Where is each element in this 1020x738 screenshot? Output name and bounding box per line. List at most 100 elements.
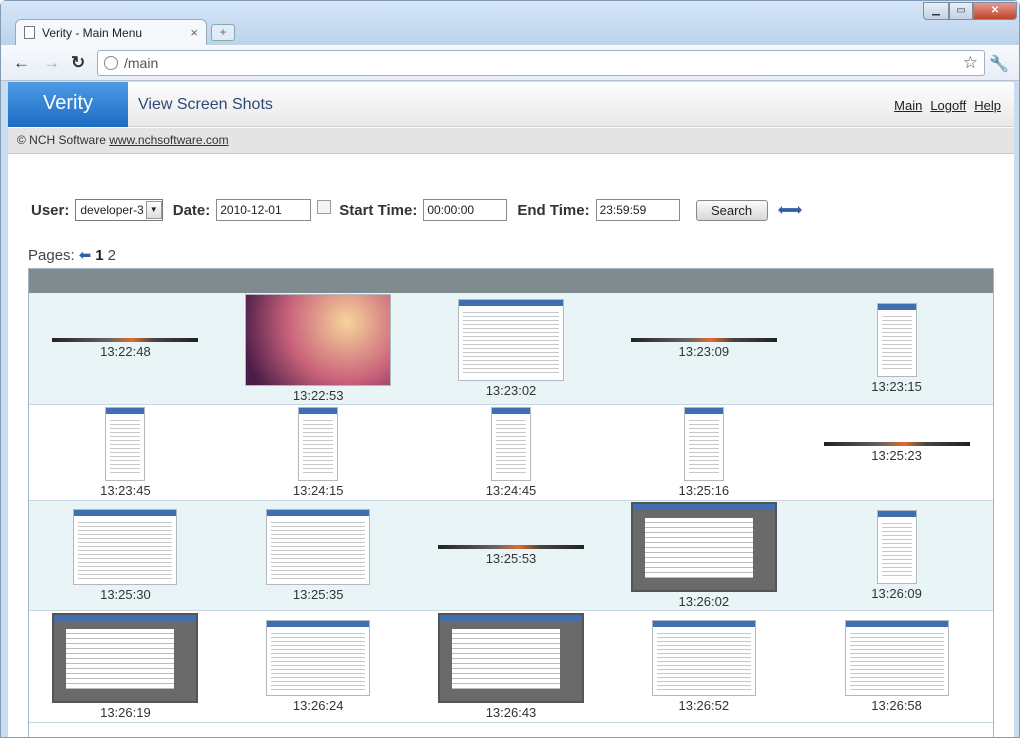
screenshot-thumbnail[interactable]: [490, 407, 531, 481]
screenshot-cell[interactable]: 13:26:43: [415, 611, 608, 722]
screenshot-cell[interactable]: 13:24:15: [222, 405, 415, 500]
copyright-text: © NCH Software: [17, 133, 106, 147]
current-page: 1: [95, 246, 104, 264]
screenshot-time: 13:25:53: [485, 551, 537, 566]
user-select[interactable]: developer-3 ▼: [75, 199, 163, 221]
screenshot-thumbnail[interactable]: [52, 338, 199, 342]
screenshot-cell[interactable]: 13:26:09: [800, 501, 993, 610]
screenshot-cell[interactable]: 13:25:30: [29, 501, 222, 610]
bookmark-star-icon[interactable]: ☆: [963, 53, 978, 73]
start-time-input[interactable]: 00:00:00: [423, 199, 508, 221]
table-row: 13:22:48 13:22:53 13:23:02 13:23:09 13:23:15: [29, 293, 993, 405]
screenshot-cell[interactable]: 13:25:23: [800, 405, 993, 500]
page-2-link[interactable]: 2: [108, 247, 116, 264]
screenshot-thumbnail[interactable]: [266, 620, 371, 696]
screenshot-cell[interactable]: 13:26:58: [800, 611, 993, 722]
screenshot-cell[interactable]: 13:26:02: [607, 501, 800, 610]
screenshot-thumbnail[interactable]: [876, 510, 917, 584]
header-links: Main Logoff Help: [894, 98, 1001, 113]
date-input[interactable]: 2010-12-01: [216, 199, 312, 221]
minimize-button[interactable]: ▁: [923, 2, 949, 20]
screenshot-thumbnail[interactable]: [437, 545, 584, 549]
screenshot-time: 13:26:19: [100, 705, 151, 720]
screenshot-cell[interactable]: 13:22:48: [29, 293, 222, 404]
screenshot-time: 13:26:43: [485, 705, 537, 720]
screenshot-cell[interactable]: 13:22:53: [222, 293, 415, 404]
pagination: Pages: ⬅ 1 2: [28, 246, 116, 265]
screenshot-time: 13:22:48: [100, 344, 151, 359]
screenshot-thumbnail[interactable]: [630, 338, 777, 342]
main-link[interactable]: Main: [894, 98, 922, 113]
screenshot-grid: 13:22:48 13:22:53 13:23:02 13:23:09 13:23:15…: [28, 268, 994, 737]
screenshot-cell[interactable]: 13:25:16: [607, 405, 800, 500]
app-logo[interactable]: Verity: [8, 82, 128, 127]
browser-tab[interactable]: Verity - Main Menu ×: [15, 19, 207, 45]
screenshot-cell[interactable]: 13:26:52: [607, 611, 800, 722]
screenshot-time: 13:23:09: [678, 344, 730, 359]
logoff-link[interactable]: Logoff: [930, 98, 966, 113]
document-icon: [24, 26, 35, 39]
screenshot-cell[interactable]: 13:23:02: [415, 293, 608, 404]
screenshot-thumbnail[interactable]: [73, 509, 178, 585]
back-icon[interactable]: ←: [13, 53, 30, 73]
date-label: Date:: [172, 201, 211, 219]
reload-icon[interactable]: ↻: [71, 53, 85, 73]
address-bar[interactable]: /main ☆: [97, 50, 985, 76]
forward-icon[interactable]: →: [43, 53, 60, 73]
screenshot-cell[interactable]: 13:23:45: [29, 405, 222, 500]
screenshot-cell[interactable]: 13:26:24: [222, 611, 415, 722]
screenshot-thumbnail[interactable]: [105, 407, 146, 481]
window-controls: ▁ ▭ ✕: [923, 2, 1017, 20]
end-time-input[interactable]: 23:59:59: [595, 199, 680, 221]
end-time-label: End Time:: [517, 201, 590, 219]
nch-link[interactable]: www.nchsoftware.com: [109, 133, 228, 147]
close-button[interactable]: ✕: [973, 2, 1017, 20]
screenshot-cell[interactable]: 13:23:15: [800, 293, 993, 404]
screenshot-thumbnail[interactable]: [266, 509, 371, 585]
url-text: /main: [124, 55, 159, 71]
screenshot-thumbnail[interactable]: [876, 303, 917, 377]
screenshot-thumbnail[interactable]: [651, 620, 756, 696]
section-title[interactable]: View Screen Shots: [138, 96, 273, 114]
screenshot-thumbnail[interactable]: [52, 613, 199, 703]
screenshot-cell[interactable]: 13:23:09: [607, 293, 800, 404]
screenshot-time: 13:24:45: [485, 483, 537, 498]
browser-window: Verity - Main Menu × + ▁ ▭ ✕ ← → ↻ /main…: [0, 0, 1020, 738]
screenshot-time: 13:26:58: [871, 698, 922, 713]
search-button[interactable]: Search: [695, 199, 768, 221]
screenshot-thumbnail[interactable]: [630, 502, 777, 592]
screenshot-thumbnail[interactable]: [437, 613, 584, 703]
screenshot-time: 13:23:45: [100, 483, 151, 498]
chevron-down-icon[interactable]: ▼: [145, 201, 162, 219]
grid-header: [29, 269, 993, 293]
screenshot-cell[interactable]: 13:25:35: [222, 501, 415, 610]
screenshot-cell[interactable]: 13:25:53: [415, 501, 608, 610]
app-header: Verity View Screen Shots Main Logoff Hel…: [8, 82, 1014, 127]
prev-page-icon[interactable]: ⬅: [79, 246, 92, 264]
screenshot-cell[interactable]: 13:24:45: [415, 405, 608, 500]
calendar-icon[interactable]: [317, 200, 332, 214]
new-tab-button[interactable]: +: [211, 24, 235, 41]
screenshot-thumbnail[interactable]: [823, 442, 970, 446]
help-link[interactable]: Help: [974, 98, 1001, 113]
screenshot-time: 13:26:24: [292, 698, 344, 713]
screenshot-thumbnail[interactable]: [457, 299, 564, 381]
screenshot-time: 13:25:16: [678, 483, 730, 498]
search-form: User: developer-3 ▼ Date: 2010-12-01 Sta…: [31, 198, 803, 222]
screenshot-thumbnail[interactable]: [245, 294, 392, 386]
maximize-button[interactable]: ▭: [949, 2, 973, 20]
screenshot-thumbnail[interactable]: [683, 407, 724, 481]
screenshot-time: 13:23:02: [485, 383, 537, 398]
prev-next-icon[interactable]: ⬅➡: [778, 200, 803, 220]
tab-close-icon[interactable]: ×: [190, 25, 198, 40]
screenshot-thumbnail[interactable]: [844, 620, 949, 696]
screenshot-cell[interactable]: 13:26:19: [29, 611, 222, 722]
globe-icon: [104, 56, 118, 70]
browser-toolbar: ← → ↻ /main ☆ 🔧: [1, 45, 1019, 81]
screenshot-time: 13:24:15: [292, 483, 344, 498]
page-content: Verity View Screen Shots Main Logoff Hel…: [8, 82, 1014, 737]
wrench-icon[interactable]: 🔧: [989, 54, 1009, 74]
screenshot-time: 13:25:35: [292, 587, 344, 602]
screenshot-thumbnail[interactable]: [298, 407, 339, 481]
table-row: 13:23:45 13:24:15 13:24:45 13:25:16 13:25:23: [29, 405, 993, 501]
